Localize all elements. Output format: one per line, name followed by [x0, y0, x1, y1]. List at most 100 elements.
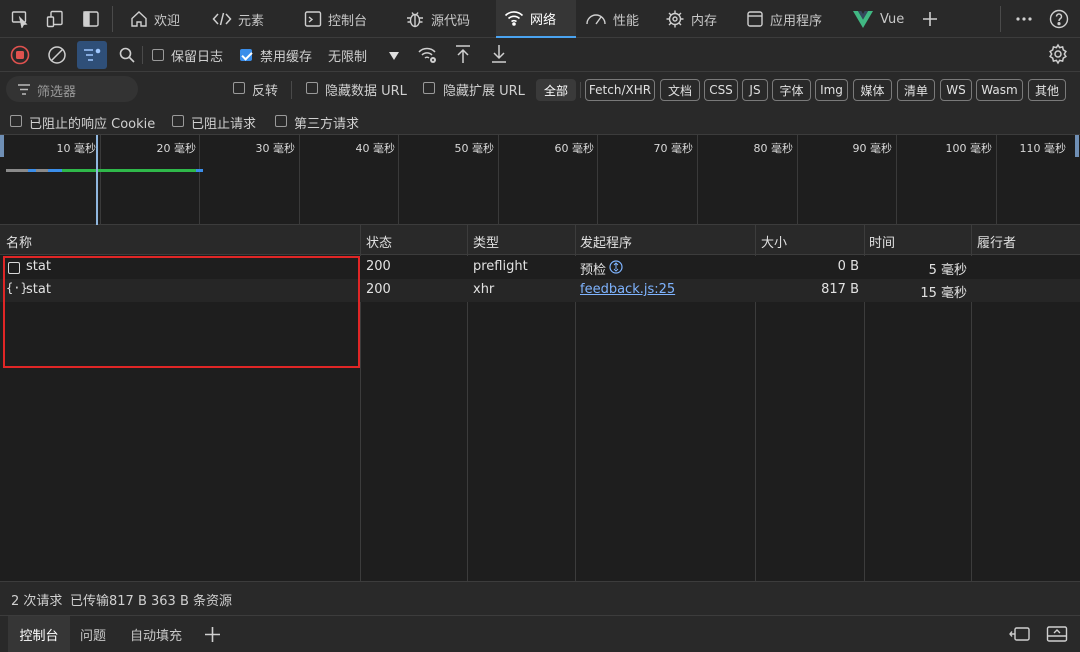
tab-elements[interactable]: 元素: [212, 0, 292, 38]
timeline-bar-xhr: [62, 169, 196, 172]
timeline-tick: 60 毫秒: [554, 142, 595, 155]
timeline-bar-segment: [36, 169, 48, 172]
column-header-fulfilled-by[interactable]: 履行者: [977, 232, 1016, 251]
filter-input-box[interactable]: 筛选器: [6, 76, 138, 102]
type-filter-fetch-xhr[interactable]: Fetch/XHR: [585, 79, 655, 101]
annotation-highlight-box: [3, 256, 360, 368]
request-initiator: 预检: [580, 263, 607, 278]
invert-label: 反转: [252, 84, 279, 99]
wifi-icon: [504, 11, 524, 26]
drawer-tab-console[interactable]: 控制台: [8, 616, 70, 652]
timeline-tick: 50 毫秒: [454, 142, 495, 155]
third-party-label: 第三方请求: [294, 117, 360, 132]
type-filter-img[interactable]: Img: [815, 79, 848, 101]
dock-drawer-icon[interactable]: [1009, 625, 1031, 647]
invert-checkbox[interactable]: [233, 82, 245, 94]
tab-network[interactable]: 网络: [496, 0, 576, 38]
drawer-tab-issues[interactable]: 问题: [80, 616, 106, 652]
request-count: 2 次请求: [11, 594, 63, 609]
console-icon: [304, 11, 322, 27]
blocked-cookies-checkbox[interactable]: [10, 115, 22, 127]
type-filter-ws[interactable]: WS: [940, 79, 972, 101]
hide-data-url-checkbox[interactable]: [306, 82, 318, 94]
clear-icon[interactable]: [45, 43, 69, 67]
timeline-tick: 100 毫秒: [945, 142, 993, 155]
tab-application[interactable]: 应用程序: [746, 0, 846, 38]
drawer-tab-autofill[interactable]: 自动填充: [130, 616, 182, 652]
inspect-icon[interactable]: [10, 9, 30, 29]
initiator-link[interactable]: feedback.js:25: [580, 282, 675, 297]
vue-icon: [853, 11, 873, 28]
type-filter-css[interactable]: CSS: [704, 79, 738, 101]
tab-label: 网络: [530, 12, 557, 28]
filter-lines-icon: [18, 84, 30, 95]
device-emulation-icon[interactable]: [45, 9, 65, 29]
toggle-drawer-icon[interactable]: [1046, 625, 1068, 647]
type-filter-doc[interactable]: 文档: [660, 79, 700, 101]
timeline-tick: 110 毫秒: [1019, 142, 1067, 155]
tab-console[interactable]: 控制台: [304, 0, 394, 38]
column-header-time[interactable]: 时间: [869, 232, 895, 251]
tab-performance[interactable]: 性能: [585, 0, 655, 38]
type-filter-wasm[interactable]: Wasm: [976, 79, 1023, 101]
timeline-tick: 90 毫秒: [852, 142, 893, 155]
tab-welcome[interactable]: 欢迎: [130, 0, 210, 38]
export-har-icon[interactable]: [491, 44, 507, 68]
column-header-name[interactable]: 名称: [6, 232, 32, 251]
timeline-tick: 80 毫秒: [753, 142, 794, 155]
status-bar: 2 次请求 已传输817 B 363 B 条资源: [0, 581, 1080, 615]
tab-memory[interactable]: 内存: [665, 0, 735, 38]
memory-icon: [666, 10, 684, 28]
request-size: 0 B: [837, 259, 859, 274]
disable-cache-checkbox[interactable]: [240, 49, 252, 61]
timeline-overview[interactable]: 10 毫秒 20 毫秒 30 毫秒 40 毫秒 50 毫秒 60 毫秒 70 毫…: [0, 135, 1080, 225]
type-filter-manifest[interactable]: 清单: [897, 79, 935, 101]
add-drawer-tab-icon[interactable]: [205, 627, 220, 646]
search-icon[interactable]: [117, 45, 137, 65]
column-header-type[interactable]: 类型: [473, 232, 499, 251]
tab-sources[interactable]: 源代码: [405, 0, 495, 38]
timeline-right-handle[interactable]: [1075, 135, 1079, 157]
home-icon: [131, 11, 147, 27]
request-status: 200: [366, 282, 391, 297]
transferred-size: 已传输817 B: [70, 594, 147, 609]
tab-label: 应用程序: [770, 13, 823, 29]
timeline-left-handle[interactable]: [0, 135, 4, 157]
drawer-tab-bar: 控制台 问题 自动填充: [0, 615, 1080, 652]
hide-extension-url-checkbox[interactable]: [423, 82, 435, 94]
blocked-requests-checkbox[interactable]: [172, 115, 184, 127]
preserve-log-checkbox[interactable]: [152, 49, 164, 61]
tab-vue[interactable]: Vue: [852, 0, 912, 38]
throttle-select[interactable]: 无限制: [328, 46, 367, 65]
column-header-initiator[interactable]: 发起程序: [580, 232, 632, 251]
blocked-cookies-label: 已阻止的响应 Cookie: [29, 117, 156, 132]
record-stop-icon[interactable]: [8, 43, 32, 67]
request-type: preflight: [473, 259, 528, 274]
throttle-dropdown-icon[interactable]: [388, 50, 400, 65]
type-filter-media[interactable]: 媒体: [853, 79, 892, 101]
code-icon: [212, 12, 232, 26]
help-icon[interactable]: [1049, 9, 1069, 29]
timeline-bar-preflight: [6, 169, 28, 172]
type-filter-all[interactable]: 全部: [536, 79, 576, 101]
import-har-icon[interactable]: [455, 44, 471, 68]
dock-panel-icon[interactable]: [81, 9, 101, 29]
network-settings-gear-icon[interactable]: [1047, 43, 1069, 69]
table-header: 名称 状态 类型 发起程序 大小 时间 履行者: [0, 225, 1080, 255]
timeline-tick: 70 毫秒: [653, 142, 694, 155]
column-header-status[interactable]: 状态: [366, 232, 392, 251]
network-toolbar: 保留日志 禁用缓存 无限制: [0, 38, 1080, 72]
filter-input[interactable]: 筛选器: [37, 81, 76, 100]
column-header-size[interactable]: 大小: [761, 232, 787, 251]
preflight-info-icon[interactable]: [609, 260, 623, 278]
filter-toggle-icon[interactable]: [77, 41, 107, 69]
third-party-checkbox[interactable]: [275, 115, 287, 127]
hide-extension-url-label: 隐藏扩展 URL: [443, 84, 525, 99]
timeline-tick: 40 毫秒: [355, 142, 396, 155]
add-tab-icon[interactable]: [920, 9, 940, 29]
type-filter-other[interactable]: 其他: [1028, 79, 1066, 101]
more-options-icon[interactable]: [1014, 9, 1034, 29]
type-filter-font[interactable]: 字体: [772, 79, 811, 101]
type-filter-js[interactable]: JS: [742, 79, 768, 101]
network-conditions-icon[interactable]: [417, 44, 439, 70]
